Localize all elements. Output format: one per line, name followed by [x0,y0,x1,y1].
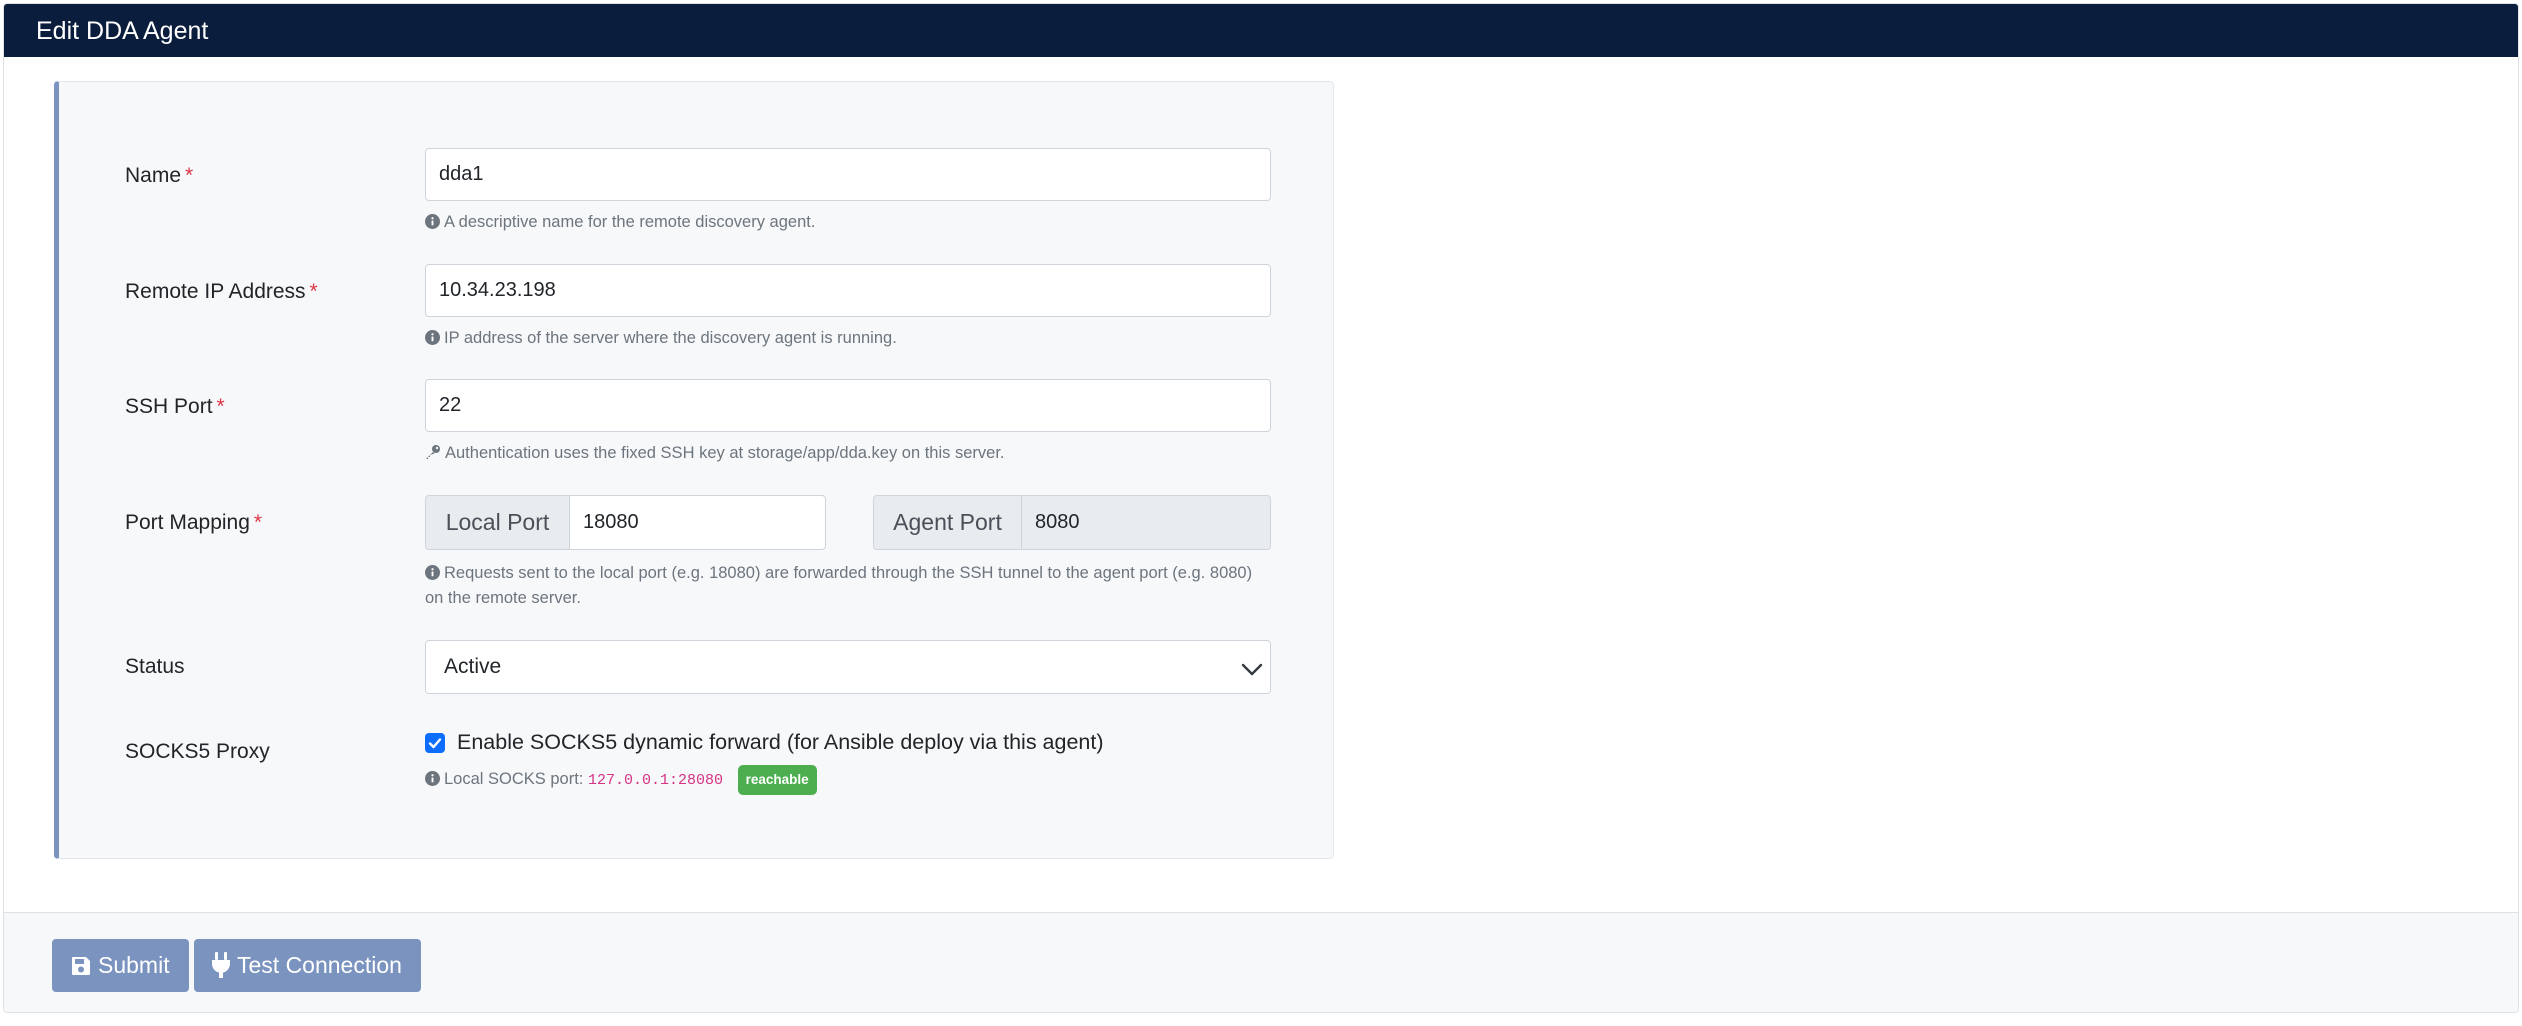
info-icon [425,330,440,345]
name-help: A descriptive name for the remote discov… [425,210,1285,235]
agent-port-input: 8080 [1021,495,1271,550]
save-icon [72,957,90,975]
test-connection-label: Test Connection [237,952,402,978]
submit-label: Submit [98,952,170,978]
local-port-input[interactable]: 18080 [569,495,826,550]
name-label: Name * [125,164,194,187]
ssh-port-label: SSH Port * [125,395,225,418]
required-mark: * [309,280,318,303]
socks-checkbox-label[interactable]: Enable SOCKS5 dynamic forward (for Ansib… [457,728,1104,756]
chevron-down-icon [1241,663,1263,676]
agent-port-addon: Agent Port [873,495,1022,550]
local-port-addon: Local Port [425,495,570,550]
required-mark: * [216,395,225,418]
card-header: Edit DDA Agent [4,4,2518,57]
required-mark: * [253,511,263,534]
ssh-port-help: Authentication uses the fixed SSH key at… [425,441,1285,466]
port-mapping-help: Requests sent to the local port (e.g. 18… [425,564,1253,607]
key-icon [426,445,440,459]
submit-button[interactable]: Submit [52,939,189,992]
plug-icon [212,952,230,978]
status-label: Status [125,655,185,678]
info-icon [425,214,440,229]
form-panel: Name * dda1 A descriptive name for the re… [54,81,1334,859]
status-selected-value: Active [444,655,502,678]
test-connection-button[interactable]: Test Connection [194,939,421,992]
status-select[interactable]: Active [425,640,1271,694]
remote-ip-label: Remote IP Address * [125,280,318,303]
checkmark-icon [428,738,442,749]
reachable-badge: reachable [737,764,817,795]
remote-ip-help: IP address of the server where the disco… [425,326,1285,351]
socks-address: 127.0.0.1:28080 [588,772,724,789]
socks-checkbox[interactable] [425,733,445,753]
ssh-port-input[interactable]: 22 [425,379,1271,432]
remote-ip-input[interactable]: 10.34.23.198 [425,264,1271,317]
port-mapping-label: Port Mapping * [125,511,263,534]
required-mark: * [185,164,194,187]
socks-help: Local SOCKS port: 127.0.0.1:28080 reacha… [425,762,1285,798]
socks-label: SOCKS5 Proxy [125,740,270,763]
info-icon [425,771,440,786]
name-input[interactable]: dda1 [425,148,1271,201]
edit-agent-card: Edit DDA Agent Name * dda1 A descriptive … [3,3,2519,1013]
info-icon [425,565,440,580]
card-footer: Submit Test Connection [4,912,2518,1012]
page-title: Edit DDA Agent [36,17,209,45]
